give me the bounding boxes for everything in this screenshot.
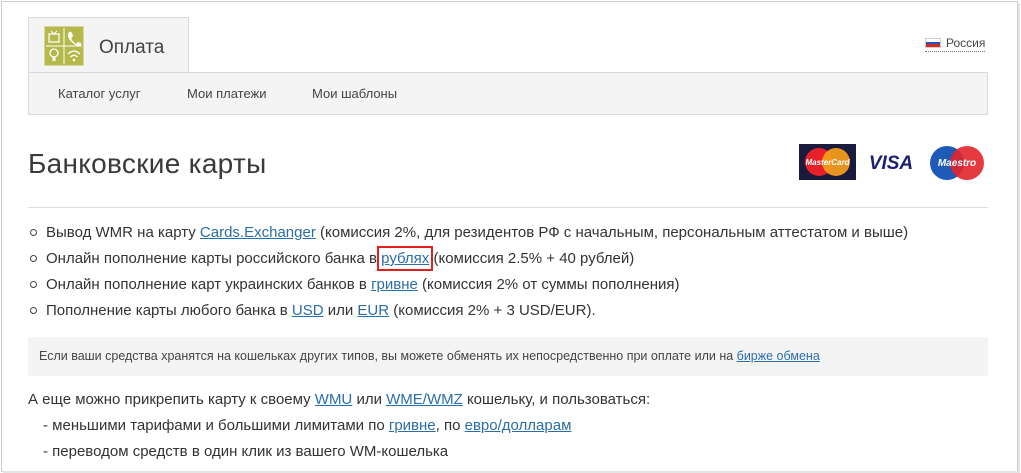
nav-my-templates[interactable]: Мои шаблоны (312, 86, 397, 101)
sub-navigation: Каталог услуг Мои платежи Мои шаблоны (28, 72, 988, 115)
item-text: или (323, 302, 358, 319)
wme-wmz-link[interactable]: WME/WMZ (386, 391, 463, 408)
benefit-item: - меньшими тарифами и большими лимитами … (43, 416, 571, 436)
visa-logo: VISA (869, 153, 913, 174)
list-item: Онлайн пополнение карт украинских банков… (28, 274, 908, 300)
hryvnia-link[interactable]: гривне (371, 276, 418, 293)
frame-shadow (1018, 3, 1020, 473)
region-label: Россия (946, 36, 986, 50)
payment-services-icon (44, 26, 84, 66)
mastercard-text: MasterCard (805, 158, 850, 167)
benefit-text: - меньшими тарифами и большими лимитами … (43, 417, 389, 434)
bullet-icon (30, 229, 37, 236)
wmu-link[interactable]: WMU (315, 391, 353, 408)
item-text: (комиссия 2% + 3 USD/EUR). (389, 302, 596, 319)
region-selector[interactable]: Россия (925, 36, 986, 52)
russia-flag-icon (925, 38, 941, 48)
benefit-item: - переводом средств в один клик из вашег… (43, 443, 449, 460)
card-logos: MasterCard VISA Maestro (799, 144, 984, 180)
attach-text: кошельку, и пользоваться: (462, 391, 651, 408)
item-text: (комиссия 2.5% + 40 рублей) (429, 250, 635, 267)
item-text: (комиссия 2% от суммы пополнения) (417, 276, 680, 293)
euro-dollar-link[interactable]: евро/долларам (465, 417, 572, 434)
item-text: Онлайн пополнение карт украинских банков… (46, 276, 372, 293)
benefit-text: , по (435, 417, 465, 434)
note-text: Если ваши средства хранятся на кошельках… (39, 349, 737, 363)
tab-payment[interactable]: Оплата (28, 17, 189, 74)
item-text: Вывод WMR на карту (46, 224, 200, 241)
mastercard-logo: MasterCard (799, 144, 856, 180)
maestro-text: Maestro (938, 158, 976, 169)
item-text: (комиссия 2%, для резидентов РФ с началь… (315, 224, 909, 241)
attach-text: или (352, 391, 387, 408)
list-item: Онлайн пополнение карты российского банк… (28, 246, 908, 274)
exchange-link[interactable]: бирже обмена (737, 349, 820, 363)
attach-card-text: А еще можно прикрепить карту к своему WM… (28, 390, 650, 410)
divider (28, 207, 988, 208)
hryvnia-tariffs-link[interactable]: гривне (389, 417, 436, 434)
maestro-logo: Maestro (930, 146, 984, 180)
nav-my-payments[interactable]: Мои платежи (187, 86, 267, 101)
page-title: Банковские карты (28, 148, 267, 179)
list-item: Пополнение карты любого банка в USD или … (28, 300, 908, 326)
cards-exchanger-link[interactable]: Cards.Exchanger (200, 224, 316, 241)
usd-link[interactable]: USD (292, 302, 324, 319)
bullet-icon (30, 255, 37, 262)
eur-link[interactable]: EUR (357, 302, 389, 319)
list-item: Вывод WMR на карту Cards.Exchanger (коми… (28, 222, 908, 248)
rubles-link[interactable]: рублях (377, 246, 434, 271)
bullet-icon (30, 307, 37, 314)
bullet-icon (30, 281, 37, 288)
attach-text: А еще можно прикрепить карту к своему (28, 391, 315, 408)
item-text: Онлайн пополнение карты российского банк… (46, 250, 382, 267)
item-text: Пополнение карты любого банка в (46, 302, 292, 319)
nav-catalog[interactable]: Каталог услуг (58, 86, 141, 101)
exchange-note: Если ваши средства хранятся на кошельках… (28, 337, 988, 376)
card-options-list: Вывод WMR на карту Cards.Exchanger (коми… (28, 222, 908, 326)
tab-title: Оплата (99, 37, 165, 58)
